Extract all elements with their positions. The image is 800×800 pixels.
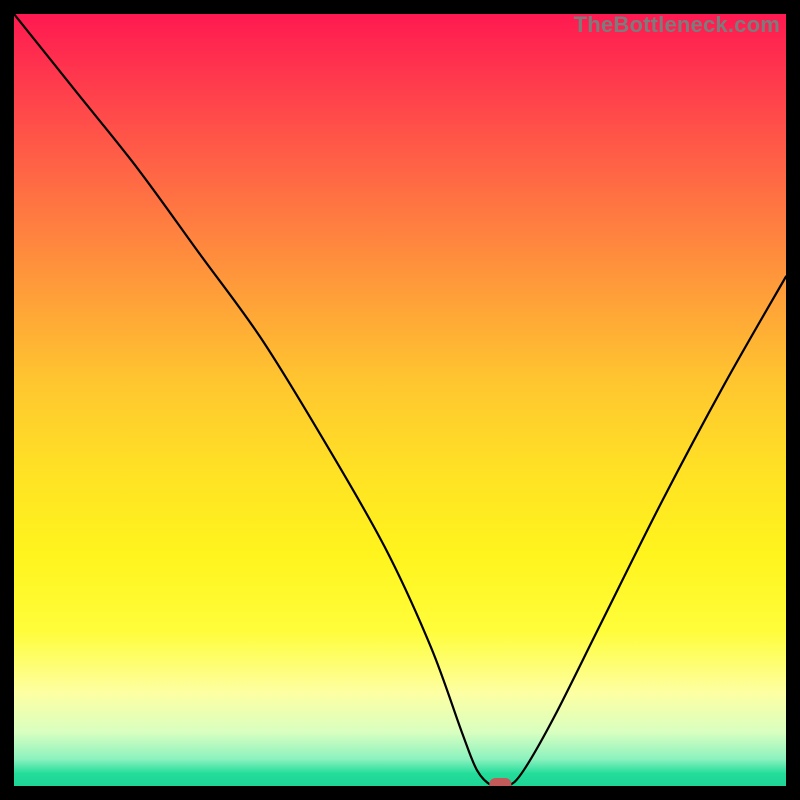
optimal-point-marker [14,14,786,786]
chart-plot-area [14,14,786,786]
watermark-text: TheBottleneck.com [574,12,780,38]
